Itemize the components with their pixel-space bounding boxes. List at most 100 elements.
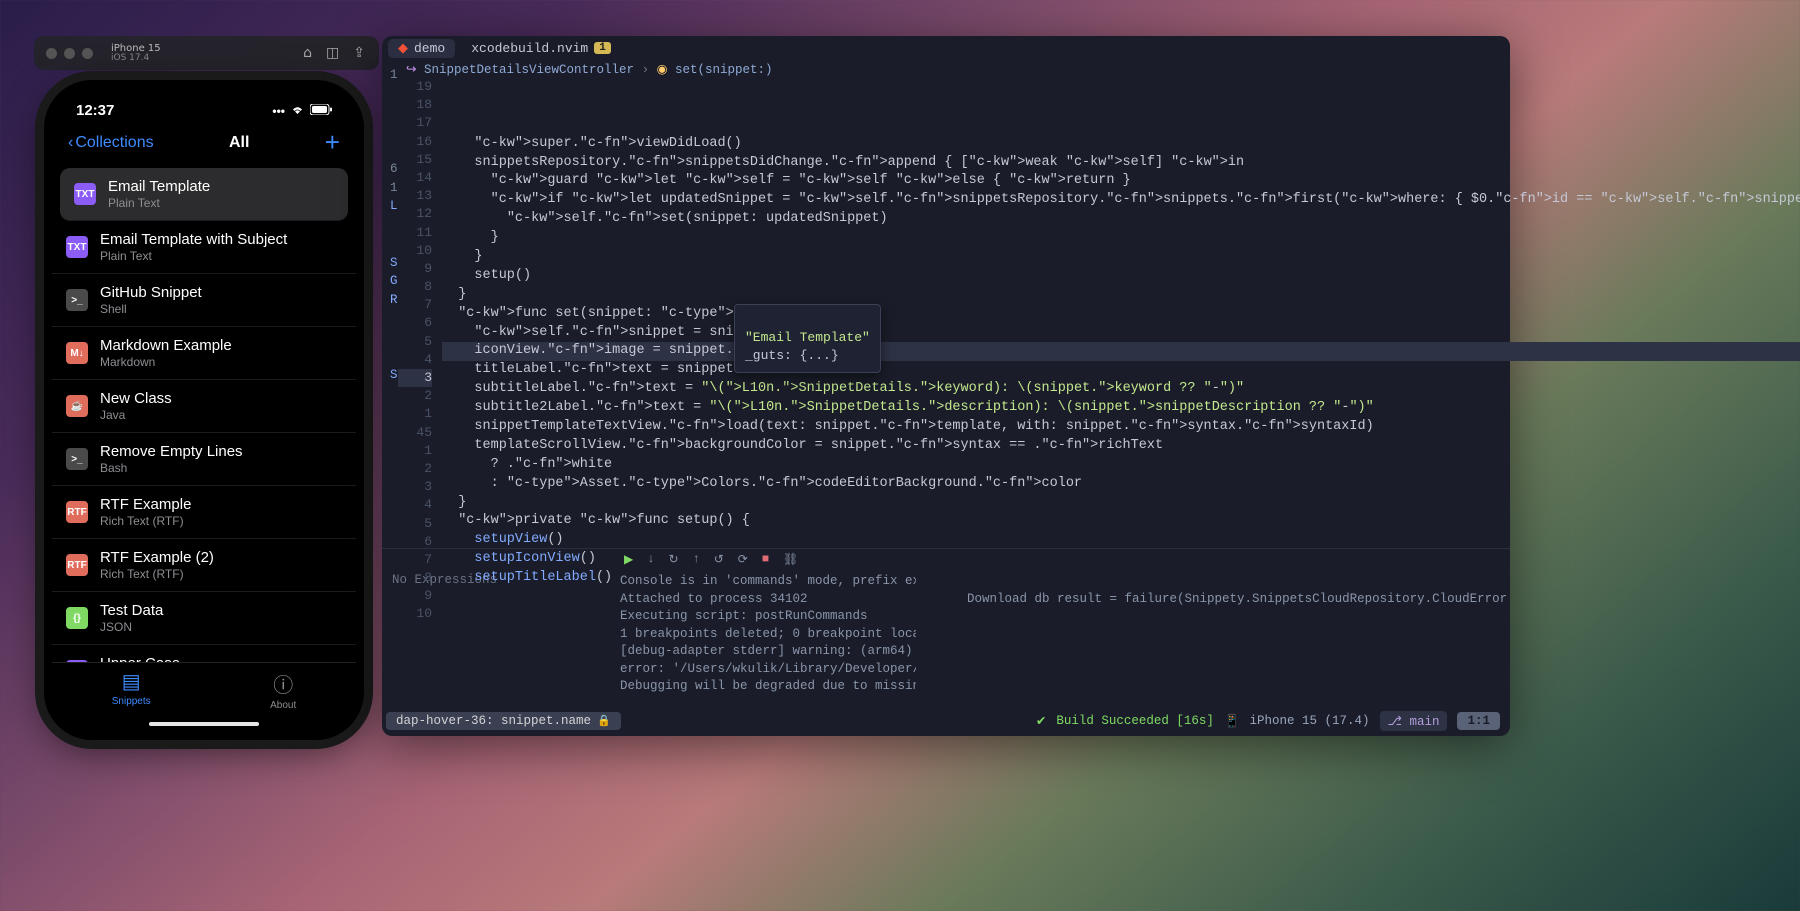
file-icon: TXT [66, 236, 88, 258]
hover-value: "Email Template" [745, 330, 870, 345]
git-branch[interactable]: ⎇ main [1380, 711, 1448, 731]
code-line[interactable]: "c-kw">if "c-kw">let updatedSnippet = "c… [442, 191, 1800, 210]
close-icon[interactable] [46, 48, 57, 59]
code-line[interactable]: } [442, 248, 1800, 267]
continue-icon[interactable]: ▶ [624, 552, 633, 567]
list-item[interactable]: RTF RTF Example Rich Text (RTF) [52, 486, 356, 539]
line-number: 13 [398, 187, 432, 205]
about-icon: ⓘ [273, 669, 293, 698]
list-item[interactable]: {} Test Data JSON [52, 592, 356, 645]
code-line[interactable]: setupTitleLabel() [442, 569, 1800, 588]
line-number: 16 [398, 133, 432, 151]
status-line: dap-hover-36: snippet.name 🔒 ✔ Build Suc… [386, 710, 1506, 732]
file-icon: M↓ [66, 342, 88, 364]
list-item[interactable]: M↓ Markdown Example Markdown [52, 327, 356, 380]
tab-xcodebuild[interactable]: xcodebuild.nvim 1 [461, 39, 621, 58]
snippet-list[interactable]: TXT Email Template Plain TextTXT Email T… [52, 168, 356, 668]
code-line[interactable]: } [442, 286, 1800, 305]
stop-icon[interactable]: ■ [762, 552, 769, 566]
line-number: 10 [398, 242, 432, 260]
signal-icon: ••• [272, 104, 285, 118]
line-number: 3 [398, 478, 432, 496]
iphone-frame: 12:37 ••• ‹ Collections All + TXT Email … [44, 80, 364, 740]
file-icon: TXT [74, 183, 96, 205]
list-item[interactable]: >_ Remove Empty Lines Bash [52, 433, 356, 486]
item-title: RTF Example (2) [100, 549, 214, 566]
branch-icon: ⎇ [1388, 715, 1402, 729]
step-into-icon[interactable]: ↻ [668, 552, 678, 567]
battery-icon [310, 104, 332, 118]
simulator-titlebar: iPhone 15 iOS 17.4 ⌂ ◫ ⇪ [34, 36, 379, 70]
add-button[interactable]: + [325, 127, 340, 158]
iphone-screen: 12:37 ••• ‹ Collections All + TXT Email … [52, 88, 356, 732]
item-title: RTF Example [100, 496, 191, 513]
file-icon: ☕ [66, 395, 88, 417]
code-line[interactable]: "c-kw">func set(snippet: "c-type">Snippe… [442, 305, 1800, 324]
breadcrumb-class[interactable]: SnippetDetailsViewController [424, 63, 634, 77]
tab-snippets[interactable]: ▤ Snippets [112, 669, 151, 707]
tab-demo-label: demo [414, 41, 445, 56]
code-pane: ↪ SnippetDetailsViewController › ◉ set(s… [398, 60, 1800, 548]
tab-snippets-label: Snippets [112, 696, 151, 707]
disconnect-icon[interactable]: ⛓ [783, 552, 798, 567]
line-number: 45 [398, 424, 432, 442]
step-back-icon[interactable]: ↺ [714, 552, 724, 567]
breadcrumb[interactable]: ↪ SnippetDetailsViewController › ◉ set(s… [398, 60, 1800, 78]
wifi-icon [290, 104, 305, 118]
sim-device: iPhone 15 [111, 43, 295, 54]
list-item[interactable]: TXT Email Template Plain Text [60, 168, 348, 221]
list-item[interactable]: RTF RTF Example (2) Rich Text (RTF) [52, 539, 356, 592]
code-line[interactable]: "c-kw">self."c-fn">set(snippet: updatedS… [442, 210, 1800, 229]
line-number: 1 [398, 442, 432, 460]
minimize-icon[interactable] [64, 48, 75, 59]
screenshot-icon[interactable]: ◫ [326, 45, 339, 61]
home-icon[interactable]: ⌂ [303, 45, 312, 61]
line-number: 1 [398, 405, 432, 423]
step-over-icon[interactable]: ↓ [647, 552, 654, 566]
code-line[interactable]: titleLabel."c-fn">text = snippet."c-fn">… [442, 361, 1800, 380]
code-line[interactable]: "c-kw">self."c-fn">snippet = snippet [442, 324, 1800, 343]
code-line[interactable]: } [442, 494, 1800, 513]
home-indicator[interactable] [149, 722, 259, 726]
line-number: 9 [398, 587, 432, 605]
code-area[interactable]: "c-kw">super."c-fn">viewDidLoad() snippe… [442, 78, 1800, 544]
item-title: Email Template with Subject [100, 231, 287, 248]
code-line[interactable]: "c-kw">private "c-kw">func setup() { [442, 512, 1800, 531]
code-line[interactable]: } [442, 229, 1800, 248]
item-subtitle: Markdown [100, 355, 232, 369]
code-line[interactable]: snippetsRepository."c-fn">snippetsDidCha… [442, 154, 1800, 173]
debug-sidebar[interactable]: 1: tid=37701342: Snippety.SnippetDetails… [382, 60, 398, 548]
code-line[interactable]: ? ."c-fn">white [442, 456, 1800, 475]
back-button[interactable]: ‹ Collections [68, 134, 154, 152]
restart-icon[interactable]: ⟳ [738, 552, 748, 567]
output-line: Download db result = failure(Snippety.Sn… [967, 592, 1510, 606]
list-item[interactable]: TXT Email Template with Subject Plain Te… [52, 221, 356, 274]
item-title: New Class [100, 390, 172, 407]
list-item[interactable]: ☕ New Class Java [52, 380, 356, 433]
line-number: 5 [398, 333, 432, 351]
line-number: 8 [398, 278, 432, 296]
line-number: 19 [398, 78, 432, 96]
code-line[interactable]: setup() [442, 267, 1800, 286]
tab-demo[interactable]: ◆ demo [388, 39, 455, 58]
file-icon: {} [66, 607, 88, 629]
list-item[interactable]: >_ GitHub Snippet Shell [52, 274, 356, 327]
code-line[interactable]: iconView."c-fn">image = snippet.syn [442, 342, 1800, 361]
zoom-icon[interactable] [82, 48, 93, 59]
step-out-icon[interactable]: ↑ [693, 552, 700, 566]
line-gutter: 1918171615141312111098765432145123456789… [398, 78, 442, 544]
code-line[interactable]: snippetTemplateTextView."c-fn">load(text… [442, 418, 1800, 437]
code-line[interactable]: templateScrollView."c-fn">backgroundColo… [442, 437, 1800, 456]
code-line[interactable]: "c-kw">super."c-fn">viewDidLoad() [442, 135, 1800, 154]
share-icon[interactable]: ⇪ [353, 45, 365, 61]
build-status: Build Succeeded [16s] [1056, 714, 1214, 728]
line-number: 8 [398, 569, 432, 587]
code-line[interactable]: subtitleLabel."c-fn">text = "\(">L10n.">… [442, 380, 1800, 399]
traffic-lights[interactable] [46, 48, 93, 59]
tab-about[interactable]: ⓘ About [270, 669, 296, 711]
code-line[interactable]: subtitle2Label."c-fn">text = "\(">L10n."… [442, 399, 1800, 418]
code-line[interactable]: : "c-type">Asset."c-type">Colors."c-fn">… [442, 475, 1800, 494]
line-number: 5 [398, 515, 432, 533]
breadcrumb-func[interactable]: set(snippet:) [675, 63, 773, 77]
code-line[interactable]: "c-kw">guard "c-kw">let "c-kw">self = "c… [442, 172, 1800, 191]
